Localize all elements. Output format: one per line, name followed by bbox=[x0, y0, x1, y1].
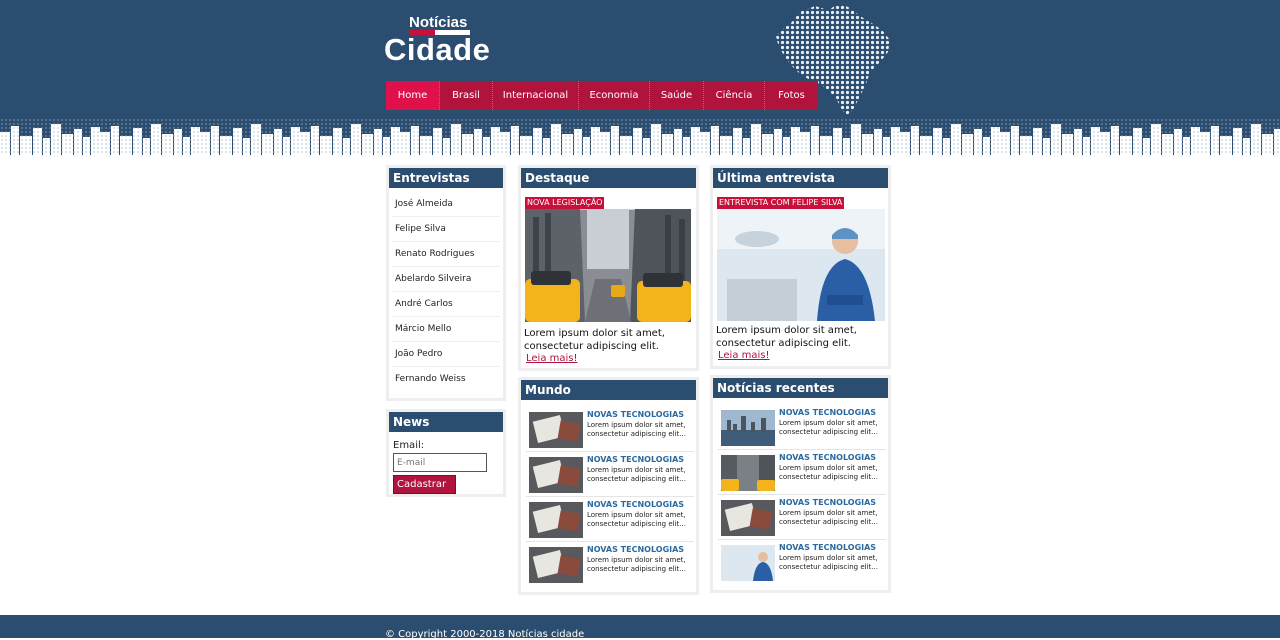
nav-economia[interactable]: Economia bbox=[579, 81, 650, 110]
nav-internacional[interactable]: Internacional bbox=[493, 81, 579, 110]
entrevista-link[interactable]: André Carlos bbox=[392, 292, 500, 317]
doctor-image[interactable] bbox=[717, 209, 885, 321]
desk-thumbnail bbox=[529, 502, 583, 538]
entrevista-link[interactable]: Fernando Weiss bbox=[392, 367, 500, 392]
list-item-text: Lorem ipsum dolor sit amet, consectetur … bbox=[779, 464, 878, 481]
list-item-text: Lorem ipsum dolor sit amet, consectetur … bbox=[779, 419, 878, 436]
ultima-entrevista-panel: Última entrevista ENTREVISTA COM FELIPE … bbox=[710, 165, 891, 369]
mundo-title: Mundo bbox=[521, 380, 696, 400]
ultima-entrevista-tag: ENTREVISTA COM FELIPE SILVA bbox=[717, 197, 845, 209]
doctor-thumbnail bbox=[721, 545, 775, 581]
destaque-title: Destaque bbox=[521, 168, 696, 188]
ultima-entrevista-leia-mais-link[interactable]: Leia mais! bbox=[718, 350, 770, 361]
taxi-street-image[interactable] bbox=[525, 209, 691, 322]
list-item-text: Lorem ipsum dolor sit amet, consectetur … bbox=[779, 509, 878, 526]
desk-thumbnail bbox=[529, 457, 583, 493]
list-item-title: NOVAS TECNOLOGIAS bbox=[779, 498, 877, 507]
nav-saude[interactable]: Saúde bbox=[650, 81, 704, 110]
entrevistas-panel: Entrevistas José Almeida Felipe Silva Re… bbox=[386, 165, 506, 401]
list-item-title: NOVAS TECNOLOGIAS bbox=[587, 500, 685, 509]
entrevistas-title: Entrevistas bbox=[389, 168, 503, 188]
main-nav: Home Brasil Internacional Economia Saúde… bbox=[386, 81, 818, 110]
mundo-list: NOVAS TECNOLOGIAS Lorem ipsum dolor sit … bbox=[526, 407, 694, 587]
newsletter-panel: News Email: Cadastrar bbox=[386, 409, 506, 497]
list-item[interactable]: NOVAS TECNOLOGIAS Lorem ipsum dolor sit … bbox=[718, 540, 886, 585]
list-item-text: Lorem ipsum dolor sit amet, consectetur … bbox=[779, 554, 878, 571]
list-item[interactable]: NOVAS TECNOLOGIAS Lorem ipsum dolor sit … bbox=[526, 452, 694, 497]
list-item-title: NOVAS TECNOLOGIAS bbox=[587, 410, 685, 419]
nav-brasil[interactable]: Brasil bbox=[440, 81, 493, 110]
list-item-text: Lorem ipsum dolor sit amet, consectetur … bbox=[587, 511, 686, 528]
list-item-title: NOVAS TECNOLOGIAS bbox=[779, 408, 877, 417]
list-item-title: NOVAS TECNOLOGIAS bbox=[587, 455, 685, 464]
entrevista-link[interactable]: João Pedro bbox=[392, 342, 500, 367]
list-item[interactable]: NOVAS TECNOLOGIAS Lorem ipsum dolor sit … bbox=[718, 450, 886, 495]
city-skyline-decoration bbox=[0, 118, 1280, 155]
list-item-title: NOVAS TECNOLOGIAS bbox=[779, 543, 877, 552]
entrevista-link[interactable]: Abelardo Silveira bbox=[392, 267, 500, 292]
list-item-text: Lorem ipsum dolor sit amet, consectetur … bbox=[587, 556, 686, 573]
logo-big-text[interactable]: Cidade bbox=[384, 32, 490, 68]
list-item[interactable]: NOVAS TECNOLOGIAS Lorem ipsum dolor sit … bbox=[718, 405, 886, 450]
nav-home[interactable]: Home bbox=[386, 81, 440, 110]
noticias-recentes-panel: Notícias recentes NOVAS TECNOLOGIAS Lore… bbox=[710, 375, 891, 593]
site-footer: © Copyright 2000-2018 Notícias cidade bbox=[0, 615, 1280, 640]
nav-fotos[interactable]: Fotos bbox=[765, 81, 818, 110]
entrevista-link[interactable]: Márcio Mello bbox=[392, 317, 500, 342]
list-item[interactable]: NOVAS TECNOLOGIAS Lorem ipsum dolor sit … bbox=[526, 407, 694, 452]
list-item-text: Lorem ipsum dolor sit amet, consectetur … bbox=[587, 421, 686, 438]
list-item[interactable]: NOVAS TECNOLOGIAS Lorem ipsum dolor sit … bbox=[526, 542, 694, 587]
entrevistas-list: José Almeida Felipe Silva Renato Rodrigu… bbox=[389, 188, 503, 392]
copyright-text: © Copyright 2000-2018 Notícias cidade bbox=[385, 629, 585, 640]
mundo-panel: Mundo NOVAS TECNOLOGIAS Lorem ipsum dolo… bbox=[518, 377, 699, 595]
noticias-recentes-title: Notícias recentes bbox=[713, 378, 888, 398]
taxi-thumbnail bbox=[721, 455, 775, 491]
destaque-tag: NOVA LEGISLAÇÃO bbox=[525, 197, 605, 209]
entrevista-link[interactable]: Felipe Silva bbox=[392, 217, 500, 242]
nav-ciencia[interactable]: Ciência bbox=[704, 81, 765, 110]
news-title: News bbox=[389, 412, 503, 432]
email-input[interactable] bbox=[393, 453, 487, 472]
desk-thumbnail bbox=[529, 547, 583, 583]
entrevista-link[interactable]: José Almeida bbox=[392, 192, 500, 217]
destaque-panel: Destaque NOVA LEGISLAÇÃO Lorem ipsum dol… bbox=[518, 165, 699, 371]
desk-thumbnail bbox=[721, 500, 775, 536]
entrevista-link[interactable]: Renato Rodrigues bbox=[392, 242, 500, 267]
list-item-text: Lorem ipsum dolor sit amet, consectetur … bbox=[587, 466, 686, 483]
ultima-entrevista-title: Última entrevista bbox=[713, 168, 888, 188]
desk-thumbnail bbox=[529, 412, 583, 448]
email-label: Email: bbox=[393, 440, 425, 451]
list-item[interactable]: NOVAS TECNOLOGIAS Lorem ipsum dolor sit … bbox=[718, 495, 886, 540]
cadastrar-button[interactable]: Cadastrar bbox=[393, 475, 456, 494]
destaque-leia-mais-link[interactable]: Leia mais! bbox=[526, 353, 578, 364]
list-item-title: NOVAS TECNOLOGIAS bbox=[779, 453, 877, 462]
destaque-text: Lorem ipsum dolor sit amet, consectetur … bbox=[524, 328, 665, 352]
ultima-entrevista-text: Lorem ipsum dolor sit amet, consectetur … bbox=[716, 325, 857, 349]
city-thumbnail bbox=[721, 410, 775, 446]
logo-small-text[interactable]: Notícias bbox=[409, 14, 467, 31]
list-item-title: NOVAS TECNOLOGIAS bbox=[587, 545, 685, 554]
site-header: Notícias Cidade Home Brasil Internaciona… bbox=[0, 0, 1280, 155]
list-item[interactable]: NOVAS TECNOLOGIAS Lorem ipsum dolor sit … bbox=[526, 497, 694, 542]
noticias-recentes-list: NOVAS TECNOLOGIAS Lorem ipsum dolor sit … bbox=[718, 405, 886, 585]
